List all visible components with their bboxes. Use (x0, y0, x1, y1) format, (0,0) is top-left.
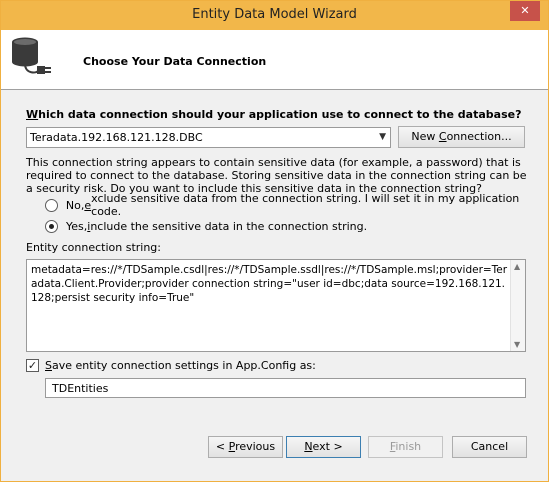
config-name-input[interactable]: TDEntities (45, 378, 526, 398)
radio-exclude-sensitive[interactable]: No, e xclude sensitive data from the conn… (45, 192, 548, 218)
next-label: ext > (312, 440, 343, 453)
page-title: Choose Your Data Connection (83, 55, 267, 68)
radio-exclude-prefix: No, (65, 198, 85, 212)
new-connection-label-rest: onnection... (446, 130, 512, 143)
entity-connection-value: metadata=res://*/TDSample.csdl|res://*/T… (31, 264, 508, 304)
radio-include-button[interactable] (45, 219, 58, 233)
radio-exclude-accel: e (84, 198, 92, 212)
connection-question: Which data connection should your applic… (26, 108, 521, 121)
scroll-down-icon[interactable]: ▼ (514, 340, 520, 349)
database-plug-icon (12, 37, 51, 74)
sensitive-data-info: This connection string appears to contai… (26, 156, 527, 195)
previous-prefix: < (215, 440, 229, 453)
chevron-down-icon[interactable]: ▼ (379, 132, 386, 142)
scroll-up-icon[interactable]: ▲ (514, 262, 520, 271)
radio-exclude-label: xclude sensitive data from the connectio… (91, 192, 520, 218)
cancel-button[interactable]: Cancel (452, 436, 527, 458)
radio-include-sensitive[interactable]: Yes, i nclude the sensitive data in the c… (45, 219, 367, 233)
radio-exclude-button[interactable] (45, 198, 58, 212)
new-connection-label-prefix: New (411, 130, 439, 143)
title-bar[interactable]: Entity Data Model Wizard ✕ (1, 1, 548, 30)
wizard-header: Choose Your Data Connection (1, 30, 548, 90)
new-connection-accel: C (438, 130, 447, 143)
finish-label: inish (395, 440, 422, 453)
cancel-label: Cancel (470, 440, 509, 453)
save-config-checkbox[interactable]: ✓ (26, 359, 39, 372)
save-config-accel: S (45, 359, 52, 372)
next-accel: N (304, 440, 313, 453)
entity-connection-label: Entity connection string: (26, 241, 161, 254)
connection-selected-value: Teradata.192.168.121.128.DBC (30, 131, 203, 144)
previous-label: revious (235, 440, 276, 453)
save-config-checkbox-row[interactable]: ✓ Save entity connection settings in App… (26, 359, 316, 372)
question-accel: W (26, 108, 39, 121)
radio-include-prefix: Yes, (66, 219, 88, 233)
question-text: hich data connection should your applica… (38, 108, 522, 121)
connection-dropdown[interactable]: Teradata.192.168.121.128.DBC ▼ (26, 127, 391, 148)
radio-include-label: nclude the sensitive data in the connect… (90, 219, 368, 233)
entity-connection-textbox[interactable]: metadata=res://*/TDSample.csdl|res://*/T… (26, 259, 526, 352)
vertical-scrollbar[interactable]: ▲ ▼ (510, 260, 525, 351)
wizard-window: Entity Data Model Wizard ✕ Choose Your D… (0, 0, 549, 482)
close-button[interactable]: ✕ (510, 1, 540, 21)
new-connection-button[interactable]: New Connection... (398, 126, 525, 148)
next-button[interactable]: Next > (286, 436, 361, 458)
close-icon: ✕ (520, 4, 530, 17)
previous-button[interactable]: < Previous (208, 436, 283, 458)
finish-button[interactable]: Finish (368, 436, 443, 458)
window-title: Entity Data Model Wizard (192, 7, 357, 22)
save-config-label: ave entity connection settings in App.Co… (51, 359, 316, 372)
